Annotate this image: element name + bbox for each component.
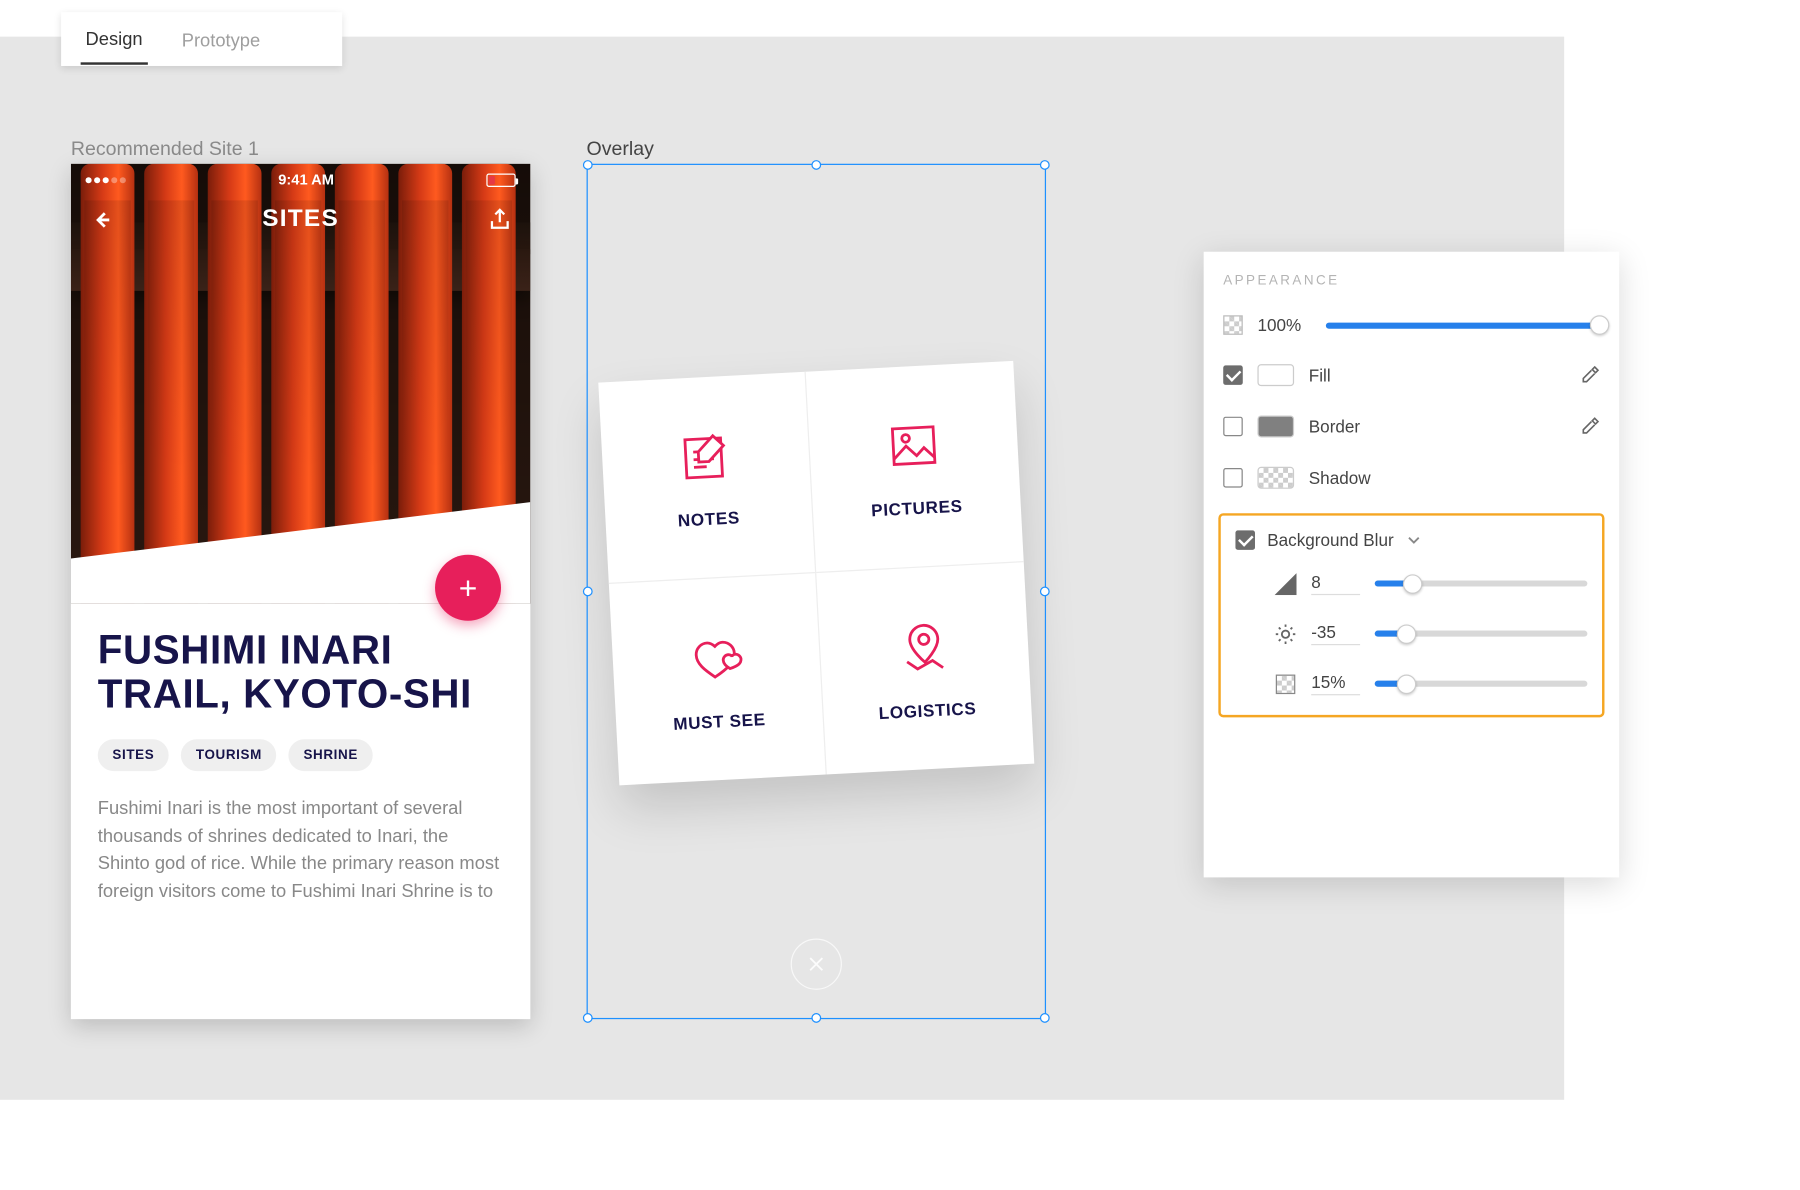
border-row: Border	[1223, 415, 1599, 437]
opacity-row: 100%	[1223, 315, 1599, 335]
bgblur-header[interactable]: Background Blur	[1235, 530, 1587, 550]
bgblur-checkbox[interactable]	[1235, 530, 1255, 550]
nav-bar: SITES	[71, 205, 530, 233]
add-fab[interactable]: +	[435, 555, 501, 621]
resize-handle[interactable]	[583, 160, 593, 170]
artboard1-label[interactable]: Recommended Site 1	[71, 139, 259, 161]
chip[interactable]: SITES	[98, 740, 169, 772]
bgblur-label: Background Blur	[1267, 530, 1393, 550]
chip[interactable]: SHRINE	[289, 740, 373, 772]
resize-handle[interactable]	[1040, 1013, 1050, 1023]
resize-handle[interactable]	[1040, 160, 1050, 170]
shadow-swatch[interactable]	[1257, 467, 1294, 489]
slider-thumb[interactable]	[1397, 674, 1417, 694]
blur-amount-slider[interactable]	[1375, 580, 1588, 586]
chip[interactable]: TOURISM	[181, 740, 276, 772]
blur-opacity-slider[interactable]	[1375, 681, 1588, 687]
tag-row: SITES TOURISM SHRINE	[98, 740, 504, 772]
share-icon[interactable]	[486, 206, 513, 233]
tab-design[interactable]: Design	[81, 14, 148, 64]
eyedropper-icon[interactable]	[1580, 365, 1600, 385]
eyedropper-icon[interactable]	[1580, 417, 1600, 437]
chevron-down-icon[interactable]	[1406, 533, 1421, 548]
effect-opacity-icon	[1275, 673, 1297, 695]
status-time: 9:41 AM	[278, 171, 334, 188]
blur-opacity-input[interactable]: 15%	[1311, 672, 1360, 695]
hero-image: 9:41 AM SITES	[71, 164, 530, 604]
brightness-icon	[1275, 623, 1297, 645]
site-title: FUSHIMI INARI TRAIL, KYOTO-SHI	[98, 628, 504, 715]
border-swatch[interactable]	[1257, 415, 1294, 437]
blur-amount-icon	[1275, 573, 1297, 595]
fill-swatch[interactable]	[1257, 364, 1294, 386]
appearance-panel: APPEARANCE 100% Fill Border Shadow Backg…	[1204, 252, 1619, 878]
resize-handle[interactable]	[583, 1013, 593, 1023]
shadow-checkbox[interactable]	[1223, 468, 1243, 488]
fill-row: Fill	[1223, 364, 1599, 386]
tab-prototype[interactable]: Prototype	[177, 15, 265, 63]
content-body: FUSHIMI INARI TRAIL, KYOTO-SHI SITES TOU…	[71, 628, 530, 906]
resize-handle[interactable]	[583, 587, 593, 597]
bgblur-highlight: Background Blur 8 -35	[1218, 513, 1604, 717]
panel-title: APPEARANCE	[1223, 274, 1599, 289]
border-checkbox[interactable]	[1223, 417, 1243, 437]
mode-tabs: Design Prototype	[61, 12, 342, 66]
fill-label: Fill	[1309, 365, 1566, 385]
shadow-label: Shadow	[1309, 468, 1600, 488]
slider-thumb[interactable]	[1397, 624, 1417, 644]
artboard-recommended-site[interactable]: 9:41 AM SITES + FUSHIMI INARI TRAIL, KYO…	[71, 164, 530, 1019]
opacity-slider[interactable]	[1326, 322, 1600, 328]
resize-handle[interactable]	[811, 1013, 821, 1023]
signal-icon	[86, 177, 126, 183]
resize-handle[interactable]	[1040, 587, 1050, 597]
site-description: Fushimi Inari is the most important of s…	[98, 796, 504, 906]
opacity-icon	[1223, 315, 1243, 335]
slider-thumb[interactable]	[1403, 574, 1423, 594]
status-bar: 9:41 AM	[71, 171, 530, 188]
artboard-overlay[interactable]: NOTES PICTURES MUST SEE LOGISTICS	[587, 164, 1046, 1019]
artboard2-label[interactable]: Overlay	[587, 139, 654, 161]
blur-amount-input[interactable]: 8	[1311, 572, 1360, 595]
blur-brightness-slider[interactable]	[1375, 631, 1588, 637]
blur-brightness-row: -35	[1235, 622, 1587, 645]
selection-outline	[587, 164, 1046, 1019]
opacity-value[interactable]: 100%	[1257, 315, 1311, 335]
blur-amount-row: 8	[1235, 572, 1587, 595]
blur-opacity-row: 15%	[1235, 672, 1587, 695]
back-arrow-icon[interactable]	[88, 206, 115, 233]
shadow-row: Shadow	[1223, 467, 1599, 489]
nav-title: SITES	[262, 205, 339, 233]
fill-checkbox[interactable]	[1223, 365, 1243, 385]
resize-handle[interactable]	[811, 160, 821, 170]
slider-thumb[interactable]	[1590, 315, 1610, 335]
blur-brightness-input[interactable]: -35	[1311, 622, 1360, 645]
battery-icon	[486, 173, 515, 186]
border-label: Border	[1309, 417, 1566, 437]
